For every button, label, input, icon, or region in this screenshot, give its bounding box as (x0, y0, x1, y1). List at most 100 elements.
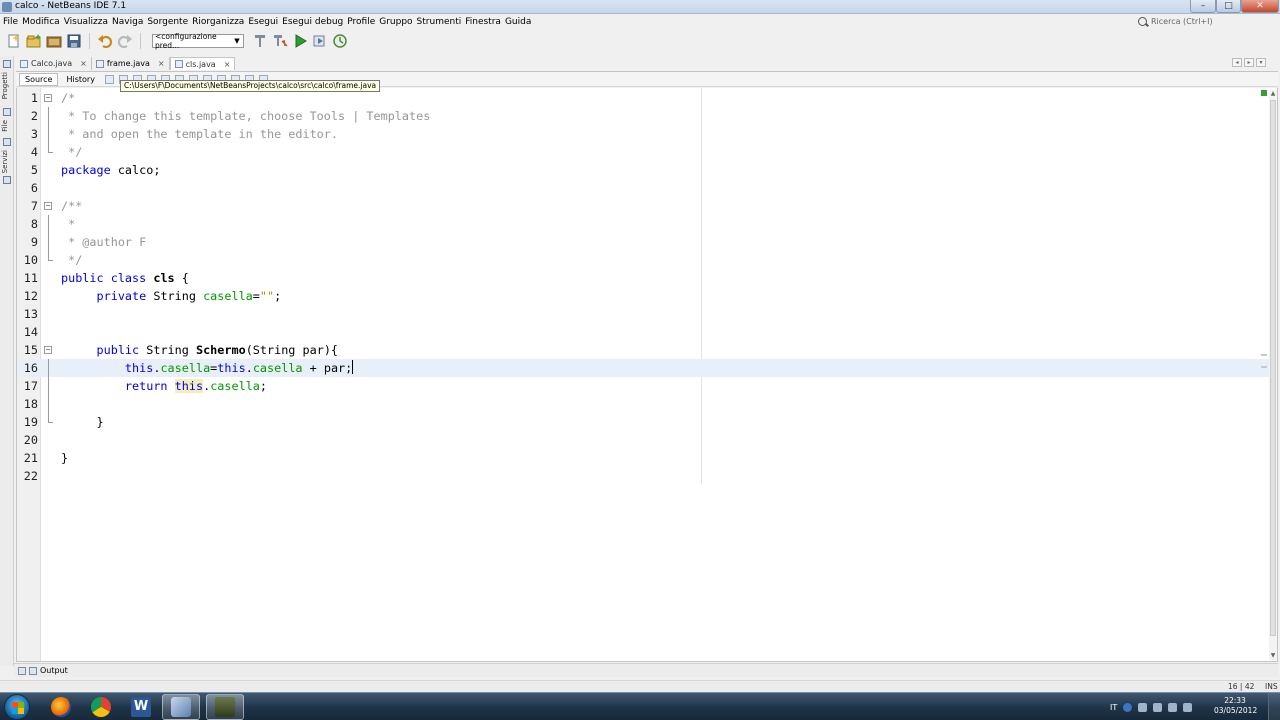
run-project-icon[interactable] (292, 33, 308, 49)
menu-esegui[interactable]: Esegui (248, 17, 281, 27)
side-tab-projects[interactable]: Progetti (1, 72, 12, 99)
close-tab-icon[interactable]: × (224, 60, 231, 69)
scroll-tabs-right-icon[interactable]: ▸ (1244, 58, 1254, 67)
menu-naviga[interactable]: Naviga (112, 17, 146, 27)
scroll-up-icon[interactable]: ▲ (1269, 90, 1277, 98)
code-text: private String casella=""; (61, 287, 282, 305)
fold-guide (48, 107, 49, 125)
code-editor[interactable]: 1−/* 2 * To change this template, choose … (16, 88, 1278, 662)
show-hidden-icons-icon[interactable] (1138, 702, 1148, 712)
flag-icon[interactable] (1153, 702, 1163, 712)
scroll-thumb[interactable] (1270, 100, 1276, 636)
profile-project-icon[interactable] (332, 33, 348, 49)
close-tab-icon[interactable]: × (158, 59, 165, 68)
show-opened-documents-icon[interactable]: ▾ (1256, 58, 1266, 67)
fold-toggle-icon[interactable]: − (44, 202, 52, 210)
scroll-down-icon[interactable]: ▼ (1269, 652, 1277, 660)
scroll-tabs-left-icon[interactable]: ◂ (1232, 58, 1242, 67)
menu-sorgente[interactable]: Sorgente (147, 17, 191, 27)
code-line[interactable]: 21} (17, 449, 1277, 467)
minimize-button[interactable]: – (1190, 0, 1216, 13)
firefox-taskbar-button[interactable] (42, 694, 80, 720)
output-tab[interactable]: Output (40, 666, 68, 675)
last-edit-icon[interactable] (104, 74, 114, 84)
undo-icon[interactable] (97, 33, 113, 49)
virtualbox-taskbar-button[interactable] (162, 694, 200, 720)
tab-calco-java[interactable]: Calco.java × (16, 57, 92, 70)
side-tab-files[interactable]: File (1, 120, 12, 132)
code-line[interactable]: 3 * and open the template in the editor. (17, 125, 1277, 143)
tab-frame-java[interactable]: frame.java × (92, 57, 170, 70)
network-icon[interactable] (1168, 702, 1178, 712)
menu-strumenti[interactable]: Strumenti (417, 17, 465, 27)
tab-cls-java[interactable]: cls.java × (169, 57, 236, 70)
code-line[interactable]: 6 (17, 179, 1277, 197)
language-indicator[interactable]: IT (1110, 703, 1117, 712)
vertical-scrollbar[interactable]: ▲ ▼ (1269, 90, 1277, 660)
open-project-icon[interactable] (46, 33, 62, 49)
start-button[interactable] (4, 694, 30, 720)
code-line[interactable]: 13 (17, 305, 1277, 323)
code-line[interactable]: 5 package calco; (17, 161, 1277, 179)
stripe-mark (1261, 354, 1267, 356)
clean-build-icon[interactable] (272, 33, 288, 49)
menu-esegui-debug[interactable]: Esegui debug (282, 17, 346, 27)
system-clock[interactable]: 22:33 03/05/2012 (1214, 696, 1257, 716)
restore-panels-icon[interactable] (18, 666, 26, 675)
menu-visualizza[interactable]: Visualizza (64, 17, 111, 27)
show-desktop-button[interactable] (1268, 693, 1280, 720)
maximize-button[interactable]: □ (1216, 0, 1241, 13)
code-line[interactable]: 14 (17, 323, 1277, 341)
line-number: 10 (23, 253, 38, 267)
line-number: 12 (23, 289, 38, 303)
code-line[interactable]: 9 * @author F (17, 233, 1277, 251)
code-text: * and open the template in the editor. (61, 125, 338, 143)
chrome-taskbar-button[interactable] (82, 694, 120, 720)
code-line[interactable]: 16 this.casella=this.casella + par; (17, 359, 1277, 377)
menu-finestra[interactable]: Finestra (465, 17, 504, 27)
menu-guida[interactable]: Guida (505, 17, 534, 27)
menu-riorganizza[interactable]: Riorganizza (192, 17, 247, 27)
help-icon[interactable] (1123, 702, 1133, 712)
code-line[interactable]: 10 */ (17, 251, 1277, 269)
quick-search[interactable]: Ricerca (Ctrl+I) (1138, 15, 1278, 28)
fold-toggle-icon[interactable]: − (44, 346, 52, 354)
configuration-select[interactable]: <configurazione pred... ▼ (152, 32, 244, 50)
code-line[interactable]: 8 * (17, 215, 1277, 233)
output-minimized-bar: Output (14, 663, 1278, 677)
code-line[interactable]: 12 private String casella=""; (17, 287, 1277, 305)
code-line[interactable]: 15− public String Schermo(String par){ (17, 341, 1277, 359)
history-tab[interactable]: History (61, 74, 99, 85)
code-line[interactable]: 22 (17, 467, 1277, 485)
code-line[interactable]: 11 public class cls { (17, 269, 1277, 287)
code-line[interactable]: 7− /** (17, 197, 1277, 215)
redo-icon[interactable] (117, 33, 133, 49)
side-tab-services[interactable]: Servizi (1, 150, 12, 173)
new-project-icon[interactable] (26, 33, 42, 49)
menu-modifica[interactable]: Modifica (22, 17, 63, 27)
code-text: } (61, 449, 68, 467)
debug-project-icon[interactable] (312, 33, 328, 49)
code-line[interactable]: 18 (17, 395, 1277, 413)
netbeans-taskbar-button[interactable] (206, 694, 244, 720)
volume-icon[interactable] (1183, 702, 1193, 712)
menu-gruppo[interactable]: Gruppo (379, 17, 415, 27)
code-line[interactable]: 19 } (17, 413, 1277, 431)
menu-profile[interactable]: Profile (347, 17, 378, 27)
code-line[interactable]: 17 return this.casella; (17, 377, 1277, 395)
restore-panels-icon[interactable] (3, 60, 11, 68)
source-tab[interactable]: Source (19, 72, 59, 86)
code-line[interactable]: 20 (17, 431, 1277, 449)
code-line[interactable]: 4 */ (17, 143, 1277, 161)
new-file-icon[interactable] (6, 33, 22, 49)
build-project-icon[interactable] (252, 33, 268, 49)
menu-file[interactable]: File (3, 17, 21, 27)
close-window-button[interactable]: ✕ (1241, 0, 1279, 13)
close-tab-icon[interactable]: × (80, 59, 87, 68)
java-file-icon (174, 60, 183, 68)
save-all-icon[interactable] (66, 33, 82, 49)
code-line[interactable]: 2 * To change this template, choose Tool… (17, 107, 1277, 125)
word-taskbar-button[interactable]: W (122, 694, 160, 720)
fold-toggle-icon[interactable]: − (44, 94, 52, 102)
